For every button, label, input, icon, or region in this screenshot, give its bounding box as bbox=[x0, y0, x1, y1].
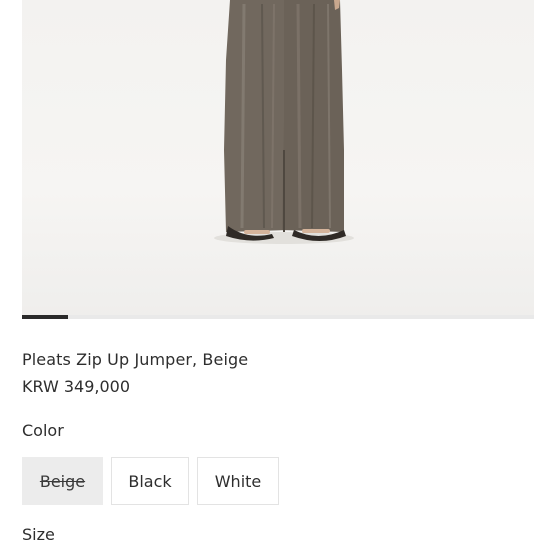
product-price: KRW 349,000 bbox=[22, 377, 131, 396]
color-option-white[interactable]: White bbox=[197, 457, 279, 505]
color-option-beige[interactable]: Beige bbox=[22, 457, 103, 505]
product-name: Pleats Zip Up Jumper, Beige bbox=[22, 350, 249, 369]
product-page: Pleats Zip Up Jumper, Beige KRW 349,000 … bbox=[0, 0, 555, 555]
carousel-progress-track bbox=[22, 315, 534, 319]
color-option-black[interactable]: Black bbox=[111, 457, 189, 505]
size-label: Size bbox=[22, 525, 55, 544]
product-image[interactable] bbox=[22, 0, 534, 318]
carousel-progress-indicator bbox=[22, 315, 69, 319]
product-photo-illustration bbox=[214, 0, 354, 244]
color-label: Color bbox=[22, 421, 64, 440]
color-options: Beige Black White bbox=[22, 457, 279, 505]
